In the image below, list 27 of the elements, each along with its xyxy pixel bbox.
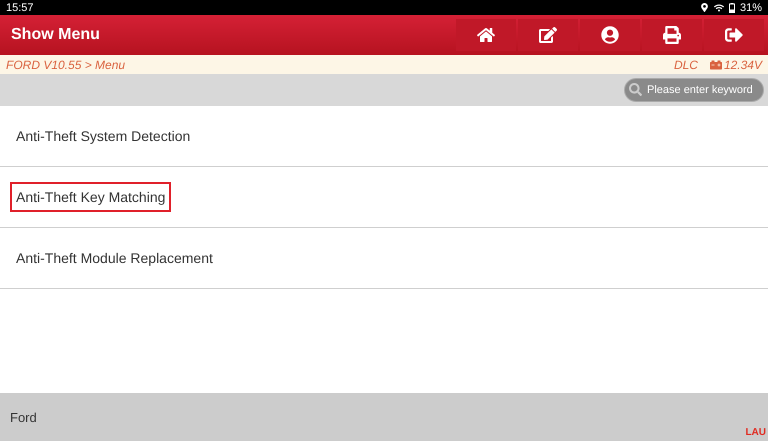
edit-button[interactable] xyxy=(518,19,578,51)
menu-item[interactable]: Anti-Theft Key Matching xyxy=(10,182,172,212)
user-icon xyxy=(601,26,619,44)
voltage-reading: 12.34V xyxy=(724,58,762,72)
user-button[interactable] xyxy=(580,19,640,51)
breadcrumb: FORD V10.55 > Menu xyxy=(6,58,126,72)
home-icon xyxy=(477,26,495,44)
connector-label: DLC xyxy=(674,58,698,72)
home-button[interactable] xyxy=(456,19,516,51)
menu-item[interactable]: Anti-Theft Module Replacement xyxy=(10,243,219,273)
battery-icon xyxy=(710,58,722,70)
vehicle-label: Ford xyxy=(10,410,37,424)
page-title: Show Menu xyxy=(11,26,100,44)
edit-icon xyxy=(539,26,557,44)
print-button[interactable] xyxy=(642,19,702,51)
exit-icon xyxy=(725,26,743,44)
location-icon xyxy=(700,3,709,12)
printer-icon xyxy=(663,26,681,44)
battery-icon xyxy=(728,2,735,12)
exit-button[interactable] xyxy=(704,19,764,51)
menu-item[interactable]: Anti-Theft System Detection xyxy=(10,121,196,151)
brand-logo: LAU xyxy=(745,427,766,438)
search-icon xyxy=(629,83,642,96)
wifi-icon xyxy=(714,2,724,12)
search-field[interactable]: Please enter keyword xyxy=(624,78,764,102)
status-time: 15:57 xyxy=(6,2,34,14)
battery-level: 31% xyxy=(740,2,762,14)
